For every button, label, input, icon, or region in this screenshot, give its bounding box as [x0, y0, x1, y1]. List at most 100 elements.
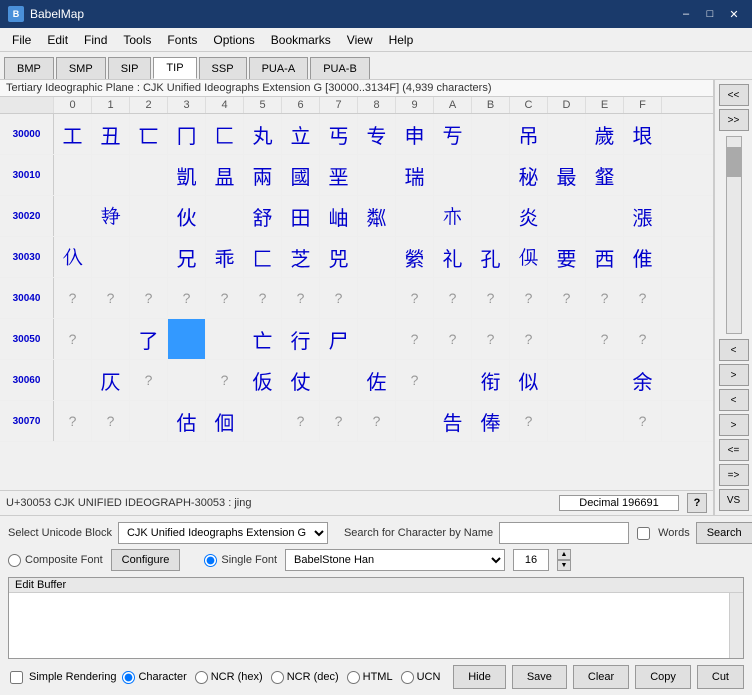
nav-forward[interactable]: =>	[719, 464, 749, 486]
cell-30020-A[interactable]: 𰁜	[434, 196, 472, 236]
cell-30010-7[interactable]: 垩	[320, 155, 358, 195]
cell-30050-F[interactable]: ?	[624, 319, 662, 359]
cell-30000-2[interactable]: 匸	[130, 114, 168, 154]
nav-prev-page[interactable]: <	[719, 339, 749, 361]
cell-30000-C[interactable]: 吊	[510, 114, 548, 154]
cell-30060-3[interactable]: 𰂣	[168, 360, 206, 400]
cell-30040-2[interactable]: ?	[130, 278, 168, 318]
cell-30070-A[interactable]: 告	[434, 401, 472, 441]
tab-pua-b[interactable]: PUA-B	[310, 57, 370, 79]
cell-30020-0[interactable]: 𰁒	[54, 196, 92, 236]
simple-rendering-checkbox[interactable]	[10, 671, 23, 684]
unicode-block-select[interactable]: CJK Unified Ideographs Extension G	[118, 522, 328, 544]
single-font-radio[interactable]	[204, 554, 217, 567]
cell-30010-9[interactable]: 瑞	[396, 155, 434, 195]
font-size-up[interactable]: ▲	[557, 549, 571, 560]
cell-30040-6[interactable]: ?	[282, 278, 320, 318]
cell-30040-C[interactable]: ?	[510, 278, 548, 318]
cell-30010-C[interactable]: 秘	[510, 155, 548, 195]
cell-30020-B[interactable]: 𰁝	[472, 196, 510, 236]
cell-30070-9[interactable]: 𰃈	[396, 401, 434, 441]
nav-next-page[interactable]: >	[719, 364, 749, 386]
cell-30010-6[interactable]: 國	[282, 155, 320, 195]
cell-30060-E[interactable]: 𰂱	[586, 360, 624, 400]
hide-button[interactable]: Hide	[453, 665, 506, 689]
cell-30060-6[interactable]: 仗	[282, 360, 320, 400]
cell-30030-B[interactable]: 孔	[472, 237, 510, 277]
cell-30030-C[interactable]: 𰁬	[510, 237, 548, 277]
cell-30020-F[interactable]: 漲	[624, 196, 662, 236]
cell-30070-6[interactable]: ?	[282, 401, 320, 441]
cell-30020-3[interactable]: 伙	[168, 196, 206, 236]
cell-30050-3[interactable]: 𰂔	[168, 319, 206, 359]
nav-next-row[interactable]: >	[719, 414, 749, 436]
cell-30020-9[interactable]: 𰁛	[396, 196, 434, 236]
cell-30060-8[interactable]: 佐	[358, 360, 396, 400]
cell-30070-0[interactable]: ?	[54, 401, 92, 441]
cell-30000-6[interactable]: 立	[282, 114, 320, 154]
cell-30050-9[interactable]: ?	[396, 319, 434, 359]
tab-tip[interactable]: TIP	[153, 57, 196, 79]
cell-30020-1[interactable]: 𰁓	[92, 196, 130, 236]
cell-30000-0[interactable]: 工	[54, 114, 92, 154]
configure-button[interactable]: Configure	[111, 549, 181, 571]
cell-30060-0[interactable]: 𰂡	[54, 360, 92, 400]
cell-30030-A[interactable]: 礼	[434, 237, 472, 277]
cell-30060-4[interactable]: ?	[206, 360, 244, 400]
tab-pua-a[interactable]: PUA-A	[249, 57, 309, 79]
cell-30030-7[interactable]: 兕	[320, 237, 358, 277]
copy-button[interactable]: Copy	[635, 665, 691, 689]
cell-30030-F[interactable]: 倠	[624, 237, 662, 277]
cell-30010-B[interactable]: 𰁌	[472, 155, 510, 195]
cell-30070-7[interactable]: ?	[320, 401, 358, 441]
cell-30070-8[interactable]: ?	[358, 401, 396, 441]
cell-30050-2[interactable]: 了	[130, 319, 168, 359]
cell-30030-3[interactable]: 兄	[168, 237, 206, 277]
edit-buffer-scrollbar[interactable]	[729, 593, 743, 658]
cell-30050-5[interactable]: 亡	[244, 319, 282, 359]
cell-30040-1[interactable]: ?	[92, 278, 130, 318]
font-select[interactable]: BabelStone Han	[285, 549, 505, 571]
cell-30030-0[interactable]: 𰁡	[54, 237, 92, 277]
cell-30060-1[interactable]: 仄	[92, 360, 130, 400]
cell-30070-C[interactable]: ?	[510, 401, 548, 441]
cell-30060-7[interactable]: 𰂧	[320, 360, 358, 400]
cell-30010-2[interactable]: 𰁂	[130, 155, 168, 195]
cell-30060-2[interactable]: ?	[130, 360, 168, 400]
cell-30010-4[interactable]: 昷	[206, 155, 244, 195]
cell-30070-1[interactable]: ?	[92, 401, 130, 441]
search-input[interactable]	[499, 522, 629, 544]
menu-fonts[interactable]: Fonts	[159, 31, 205, 49]
cut-button[interactable]: Cut	[697, 665, 744, 689]
search-button[interactable]: Search	[696, 522, 752, 544]
tab-smp[interactable]: SMP	[56, 57, 106, 79]
cell-30020-6[interactable]: 田	[282, 196, 320, 236]
cell-30060-C[interactable]: 似	[510, 360, 548, 400]
cell-30050-4[interactable]: 𰂕	[206, 319, 244, 359]
tab-bmp[interactable]: BMP	[4, 57, 54, 79]
cell-30010-8[interactable]: 𰁉	[358, 155, 396, 195]
cell-30050-8[interactable]: 𰂙	[358, 319, 396, 359]
cell-30020-5[interactable]: 舒	[244, 196, 282, 236]
cell-30070-B[interactable]: 俸	[472, 401, 510, 441]
font-size-down[interactable]: ▼	[557, 560, 571, 571]
cell-30010-3[interactable]: 凱	[168, 155, 206, 195]
cell-30070-4[interactable]: 佪	[206, 401, 244, 441]
cell-30010-5[interactable]: 兩	[244, 155, 282, 195]
help-button[interactable]: ?	[687, 493, 707, 513]
cell-30070-D[interactable]: 𰃋	[548, 401, 586, 441]
cell-30000-7[interactable]: 丐	[320, 114, 358, 154]
cell-30030-8[interactable]: 𰁩	[358, 237, 396, 277]
menu-tools[interactable]: Tools	[115, 31, 159, 49]
cell-30000-8[interactable]: 专	[358, 114, 396, 154]
cell-30060-D[interactable]: 𰂯	[548, 360, 586, 400]
cell-30050-6[interactable]: 行	[282, 319, 320, 359]
cell-30020-8[interactable]: 粼	[358, 196, 396, 236]
cell-30020-D[interactable]: 𰁟	[548, 196, 586, 236]
cell-30020-2[interactable]: 𰁔	[130, 196, 168, 236]
cell-30040-E[interactable]: ?	[586, 278, 624, 318]
save-button[interactable]: Save	[512, 665, 567, 689]
cell-30010-1[interactable]: 𰁁	[92, 155, 130, 195]
cell-30070-E[interactable]: 𰃌	[586, 401, 624, 441]
menu-find[interactable]: Find	[76, 31, 115, 49]
